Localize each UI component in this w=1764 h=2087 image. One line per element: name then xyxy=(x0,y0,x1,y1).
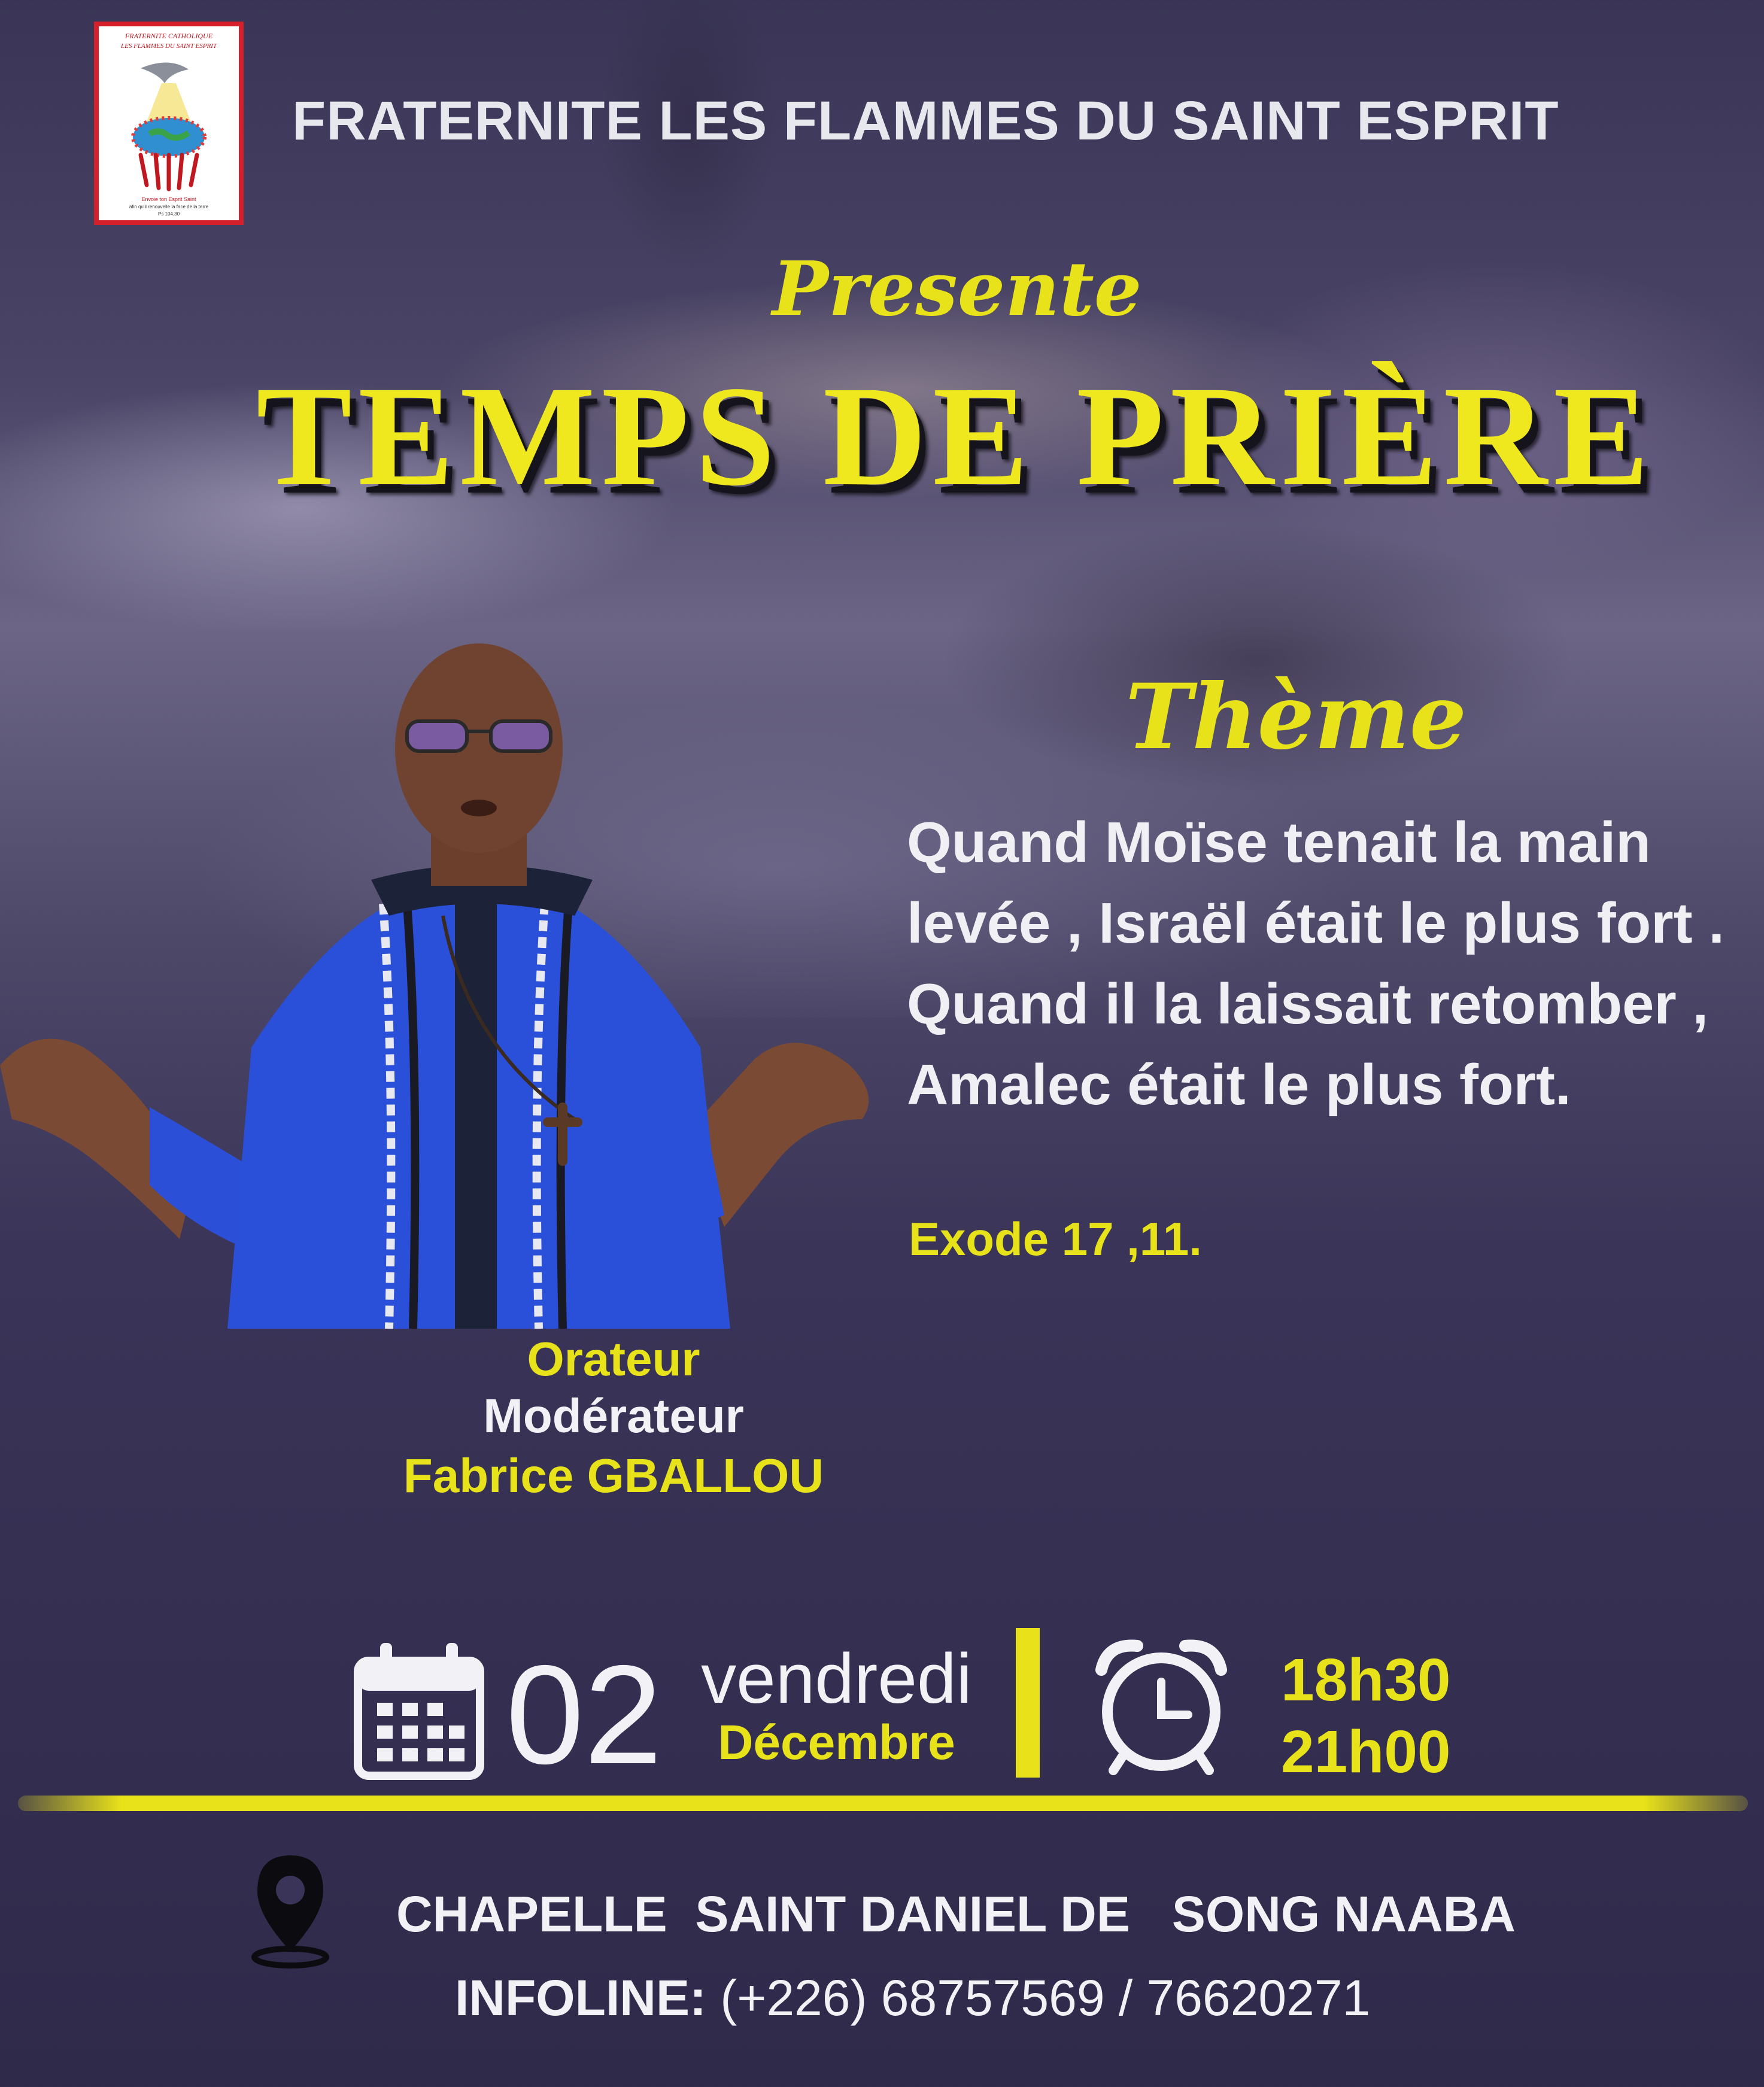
svg-text:afin qu'il renouvelle la face: afin qu'il renouvelle la face de la terr… xyxy=(129,204,209,209)
theme-label: Thème xyxy=(1125,664,1467,770)
location-pin-icon xyxy=(251,1855,329,1968)
time-end: 21h00 xyxy=(1281,1718,1451,1785)
svg-text:Envoie ton Esprit Saint: Envoie ton Esprit Saint xyxy=(141,196,196,202)
speaker-photo xyxy=(0,643,869,1329)
organization-name: FRATERNITE LES FLAMMES DU SAINT ESPRIT xyxy=(292,90,1559,151)
horizontal-divider xyxy=(18,1796,1748,1811)
speaker-name: Fabrice GBALLOU xyxy=(403,1449,824,1502)
location-place: CHAPELLE SAINT DANIEL DE SONG NAABA xyxy=(396,1886,1516,1942)
calendar-icon xyxy=(354,1643,484,1780)
event-title: TEMPS DE PRIÈRE xyxy=(256,356,1655,515)
svg-text:LES FLAMMES DU SAINT ESPRIT: LES FLAMMES DU SAINT ESPRIT xyxy=(120,42,217,50)
infoline: INFOLINE: (+226) 68757569 / 76620271 xyxy=(455,1969,1370,2027)
theme-reference: Exode 17 ,11. xyxy=(909,1213,1202,1265)
clock-icon xyxy=(1095,1639,1227,1775)
date-month: Décembre xyxy=(718,1715,955,1770)
date-weekday: vendredi xyxy=(701,1639,972,1718)
svg-text:FRATERNITE CATHOLIQUE: FRATERNITE CATHOLIQUE xyxy=(125,32,213,40)
date-day: 02 xyxy=(506,1636,663,1793)
organization-logo: FRATERNITE CATHOLIQUE LES FLAMMES DU SAI… xyxy=(94,22,244,225)
infoline-numbers: (+226) 68757569 / 76620271 xyxy=(706,1970,1371,2026)
speaker-role-orateur: Orateur xyxy=(527,1332,700,1386)
logo-emblem-icon: FRATERNITE CATHOLIQUE LES FLAMMES DU SAI… xyxy=(120,32,217,217)
theme-quote: Quand Moïse tenait la main levée , Israë… xyxy=(907,810,1724,1117)
time-start: 18h30 xyxy=(1281,1646,1451,1714)
presente-label: Presente xyxy=(772,245,1142,333)
svg-text:Ps 104,30: Ps 104,30 xyxy=(158,211,180,217)
vertical-divider xyxy=(1016,1628,1040,1778)
logo-content: FRATERNITE CATHOLIQUE LES FLAMMES DU SAI… xyxy=(99,26,239,220)
speaker-role-moderateur: Modérateur xyxy=(483,1389,744,1442)
infoline-label: INFOLINE: xyxy=(455,1970,706,2026)
